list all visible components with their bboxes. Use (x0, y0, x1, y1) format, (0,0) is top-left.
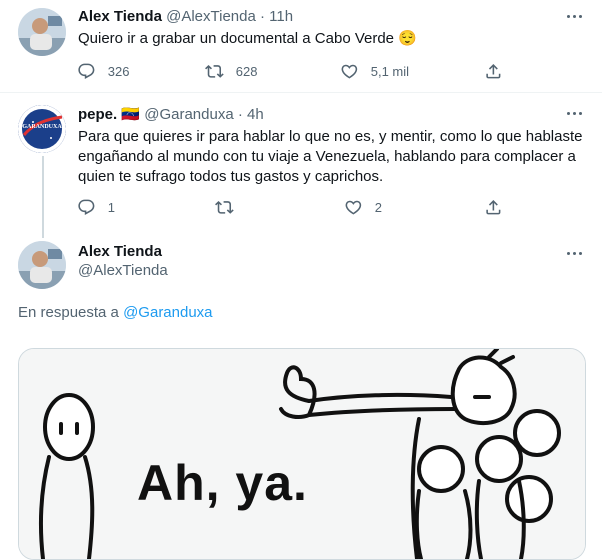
separator-dot: · (259, 8, 265, 25)
retweet-icon (205, 65, 224, 78)
retweet-count: 628 (235, 63, 258, 79)
retweet-button[interactable] (215, 198, 246, 217)
avatar[interactable]: GARANDUXA (18, 105, 66, 153)
author-name[interactable]: pepe. (78, 106, 117, 123)
tweet-media-image[interactable]: Ah, ya. (18, 348, 586, 560)
author-handle[interactable]: @AlexTienda (166, 8, 256, 25)
retweet-icon (215, 201, 234, 214)
timestamp[interactable]: 11h (269, 8, 293, 25)
author-handle[interactable]: @AlexTienda (78, 262, 168, 279)
like-icon (345, 200, 362, 215)
reply-count: 326 (107, 63, 130, 79)
retweet-button[interactable]: 628 (205, 62, 257, 81)
share-icon (486, 200, 501, 215)
tweet-header: Alex Tienda @AlexTienda · 11h (78, 8, 293, 25)
like-button[interactable]: 5,1 mil (340, 62, 409, 81)
replying-to: En respuesta a @Garanduxa (18, 304, 213, 321)
tweet-text: Para que quieres ir para hablar lo que n… (78, 127, 582, 187)
tweet-text: Quiero ir a grabar un documental a Cabo … (78, 30, 417, 47)
reply-button[interactable]: 1 (77, 198, 115, 217)
more-options-icon[interactable] (564, 243, 584, 263)
share-icon (486, 64, 501, 79)
share-button[interactable] (484, 62, 503, 81)
reply-icon (78, 63, 95, 79)
like-icon (341, 64, 358, 79)
tweet-2[interactable]: GARANDUXA pepe. 🇻🇪 @Garanduxa · 4h Para … (0, 93, 602, 233)
author-name[interactable]: Alex Tienda (78, 243, 168, 260)
tweet-text-line: quien te sufrago todos tus gastos y capr… (78, 168, 384, 185)
author-name-block: Alex Tienda @AlexTienda (78, 243, 168, 279)
avatar[interactable] (18, 241, 66, 289)
flag-emoji: 🇻🇪 (121, 106, 141, 123)
reply-mention-link[interactable]: @Garanduxa (123, 304, 212, 321)
reply-icon (78, 199, 95, 215)
like-count: 5,1 mil (370, 63, 410, 79)
reply-prefix: En respuesta a (18, 304, 119, 321)
more-options-icon[interactable] (564, 103, 584, 123)
tweet-header: pepe. 🇻🇪 @Garanduxa · 4h (78, 105, 264, 123)
meme-caption: Ah, ya. (137, 455, 308, 511)
tweet-text-line: engañando al mundo con tu viaje a Venezu… (78, 148, 576, 165)
avatar[interactable] (18, 8, 66, 56)
tweet-text-line: Para que quieres ir para hablar lo que n… (78, 128, 583, 145)
timestamp[interactable]: 4h (247, 106, 264, 123)
like-button[interactable]: 2 (344, 198, 382, 217)
avatar-logo-text: GARANDUXA (22, 124, 62, 130)
author-name[interactable]: Alex Tienda (78, 8, 162, 25)
reply-count: 1 (107, 199, 115, 215)
reply-button[interactable]: 326 (77, 62, 129, 81)
author-handle[interactable]: @Garanduxa (144, 106, 233, 123)
like-count: 2 (374, 199, 382, 215)
separator-dot: · (237, 106, 243, 123)
tweet-1[interactable]: Alex Tienda @AlexTienda · 11h Quiero ir … (0, 0, 602, 92)
share-button[interactable] (484, 198, 503, 217)
more-options-icon[interactable] (564, 6, 584, 26)
